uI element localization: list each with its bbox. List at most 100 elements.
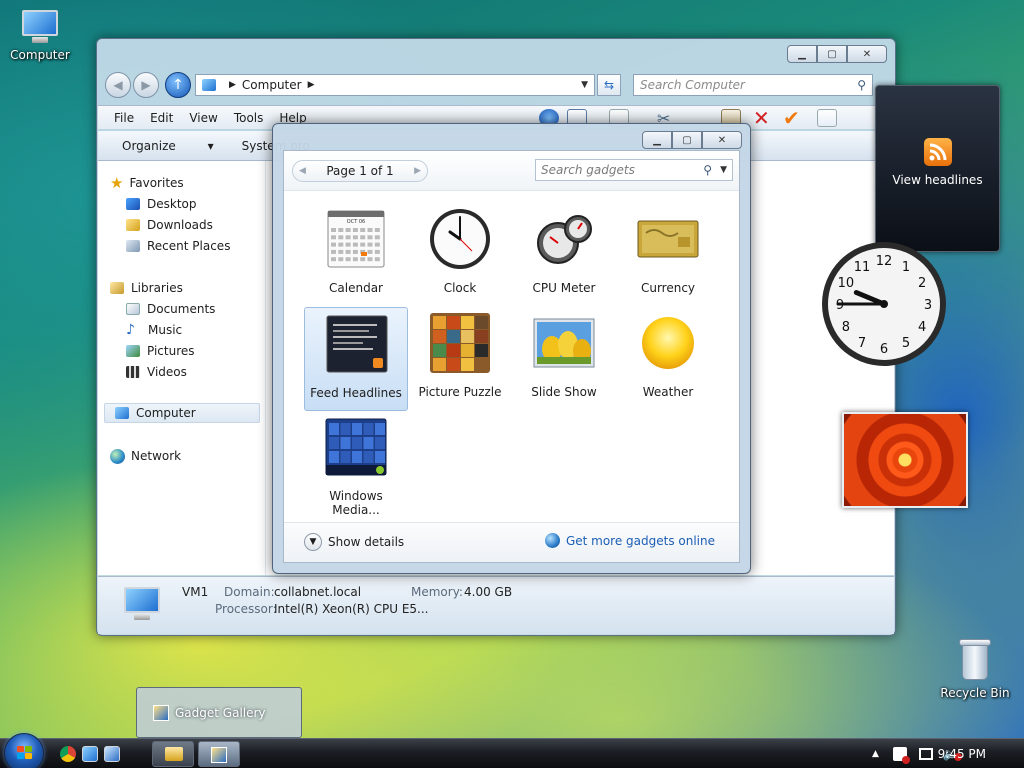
search-dropdown-icon[interactable]: ▼: [720, 165, 727, 175]
delete-icon[interactable]: ✕: [753, 108, 773, 128]
details-processor-label: Processor:: [215, 602, 277, 616]
gadget-clock[interactable]: Clock: [408, 203, 512, 307]
organize-button[interactable]: Organize ▾: [122, 139, 214, 153]
taskbar-thumbnail-popup[interactable]: Gadget Gallery: [136, 687, 302, 738]
desktop-recycle-bin-icon[interactable]: Recycle Bin: [935, 638, 1015, 700]
gallery-maximize-button[interactable]: ▢: [672, 131, 702, 149]
next-page-icon[interactable]: ▶: [414, 166, 421, 176]
nav-favorites[interactable]: ★ Favorites: [110, 173, 184, 193]
address-bar[interactable]: ▶ Computer ▶ ▼: [195, 74, 595, 96]
gadget-cpu-meter[interactable]: CPU Meter: [512, 203, 616, 307]
nav-libraries[interactable]: Libraries: [110, 278, 183, 298]
slide-show-icon: [533, 318, 595, 368]
gadget-slide-show[interactable]: Slide Show: [512, 307, 616, 411]
search-icon[interactable]: ⚲: [703, 163, 712, 177]
nav-favorites-label: Favorites: [129, 176, 184, 190]
weather-sun-icon: [642, 317, 694, 369]
menu-view[interactable]: View: [189, 111, 217, 125]
details-processor-value: Intel(R) Xeon(R) CPU E5...: [274, 602, 429, 616]
action-center-icon[interactable]: [892, 747, 910, 764]
menu-tools[interactable]: Tools: [234, 111, 264, 125]
address-dropdown-icon[interactable]: ▼: [581, 80, 588, 90]
taskbar-clock[interactable]: 9:45 PM: [938, 747, 986, 761]
analog-clock-icon: 123456789101112: [822, 242, 946, 366]
gadget-feed-headlines[interactable]: Feed Headlines: [304, 307, 408, 411]
menu-file[interactable]: File: [114, 111, 134, 125]
nav-desktop[interactable]: Desktop: [126, 194, 197, 214]
details-memory-value: 4.00 GB: [464, 585, 513, 599]
close-button[interactable]: ✕: [847, 45, 887, 63]
view-headlines-link[interactable]: View headlines: [876, 173, 999, 187]
windows-logo-icon: [17, 746, 33, 760]
taskbar-gadget-gallery-button[interactable]: [198, 741, 240, 767]
refresh-button[interactable]: ⇆: [597, 74, 621, 96]
gallery-footer: ▼ Show details Get more gadgets online: [284, 522, 739, 562]
chrome-icon[interactable]: [60, 746, 76, 762]
gadget-currency[interactable]: Currency: [616, 203, 720, 307]
gadget-currency-label: Currency: [640, 281, 696, 295]
nav-pictures[interactable]: Pictures: [126, 341, 195, 361]
explorer-search-input[interactable]: Search Computer ⚲: [633, 74, 873, 96]
show-desktop-icon[interactable]: [82, 746, 98, 762]
feed-headlines-gadget[interactable]: View headlines: [875, 85, 1000, 252]
nav-downloads[interactable]: Downloads: [126, 215, 213, 235]
windows-media-icon: [325, 418, 387, 476]
start-button[interactable]: [4, 733, 44, 768]
switch-windows-icon[interactable]: [104, 746, 120, 762]
slide-show-gadget[interactable]: [842, 412, 968, 508]
gadget-search-input[interactable]: Search gadgets ⚲ ▼: [535, 159, 733, 181]
up-button[interactable]: ↑: [165, 72, 191, 98]
gadget-calendar-label: Calendar: [329, 281, 383, 295]
maximize-button[interactable]: ▢: [817, 45, 847, 63]
gadget-windows-media[interactable]: Windows Media...: [304, 411, 408, 517]
nav-recent-places[interactable]: Recent Places: [126, 236, 230, 256]
show-hidden-icons-icon[interactable]: ▲: [872, 749, 879, 759]
show-details-toggle[interactable]: ▼ Show details: [304, 533, 404, 551]
gadget-calendar[interactable]: OCT 06 Calendar: [304, 203, 408, 307]
details-pane: VM1 Domain: collabnet.local Memory: 4.00…: [98, 576, 894, 634]
breadcrumb-chevron-icon[interactable]: ▶: [229, 80, 236, 90]
currency-icon: [637, 220, 699, 258]
nav-videos[interactable]: Videos: [126, 362, 187, 382]
menu-edit[interactable]: Edit: [150, 111, 173, 125]
back-button[interactable]: ◀: [105, 72, 131, 98]
network-status-icon[interactable]: [918, 748, 933, 760]
search-icon[interactable]: ⚲: [857, 78, 866, 92]
gallery-toolbar: ◀ Page 1 of 1 ▶ Search gadgets ⚲ ▼: [284, 151, 739, 191]
gadget-feed-headlines-label: Feed Headlines: [310, 386, 402, 400]
nav-music[interactable]: ♪ Music: [126, 320, 182, 340]
nav-recent-label: Recent Places: [147, 239, 231, 253]
nav-computer[interactable]: Computer: [104, 403, 260, 423]
chevron-down-icon: ▼: [304, 533, 322, 551]
taskbar-explorer-button[interactable]: [152, 741, 194, 767]
clock-number: 4: [918, 320, 926, 335]
explorer-nav-row: ◀ ▶ ↑ ▶ Computer ▶ ▼ ⇆ Search Computer ⚲: [105, 71, 887, 99]
get-more-gadgets-link[interactable]: Get more gadgets online: [544, 533, 715, 548]
nav-documents[interactable]: Documents: [126, 299, 215, 319]
details-computer-icon: [122, 587, 162, 621]
nav-network[interactable]: Network: [110, 446, 181, 466]
gallery-minimize-button[interactable]: ▁: [642, 131, 672, 149]
minimize-button[interactable]: ▁: [787, 45, 817, 63]
back-arrow-icon: ◀: [113, 78, 123, 92]
nav-computer-label: Computer: [136, 406, 196, 420]
computer-icon: [20, 10, 60, 44]
up-arrow-icon: ↑: [172, 77, 184, 93]
feed-headlines-icon: [326, 315, 388, 373]
mail-icon[interactable]: [817, 109, 837, 127]
forward-button[interactable]: ▶: [133, 72, 159, 98]
recycle-bin-icon: [958, 638, 992, 682]
breadcrumb-chevron-icon[interactable]: ▶: [308, 80, 315, 90]
clock-number: 7: [858, 336, 866, 351]
desktop-computer-icon[interactable]: Computer: [0, 10, 80, 62]
page-indicator: Page 1 of 1: [326, 164, 394, 178]
gadget-picture-puzzle[interactable]: Picture Puzzle: [408, 307, 512, 411]
clock-number: 1: [902, 260, 910, 275]
checkmark-icon[interactable]: ✔: [783, 108, 803, 128]
clock-gadget[interactable]: 123456789101112: [820, 240, 948, 368]
prev-page-icon[interactable]: ◀: [299, 166, 306, 176]
videos-icon: [126, 366, 140, 378]
gadget-weather[interactable]: Weather: [616, 307, 720, 411]
gallery-close-button[interactable]: ✕: [702, 131, 742, 149]
address-text[interactable]: Computer: [242, 78, 302, 92]
